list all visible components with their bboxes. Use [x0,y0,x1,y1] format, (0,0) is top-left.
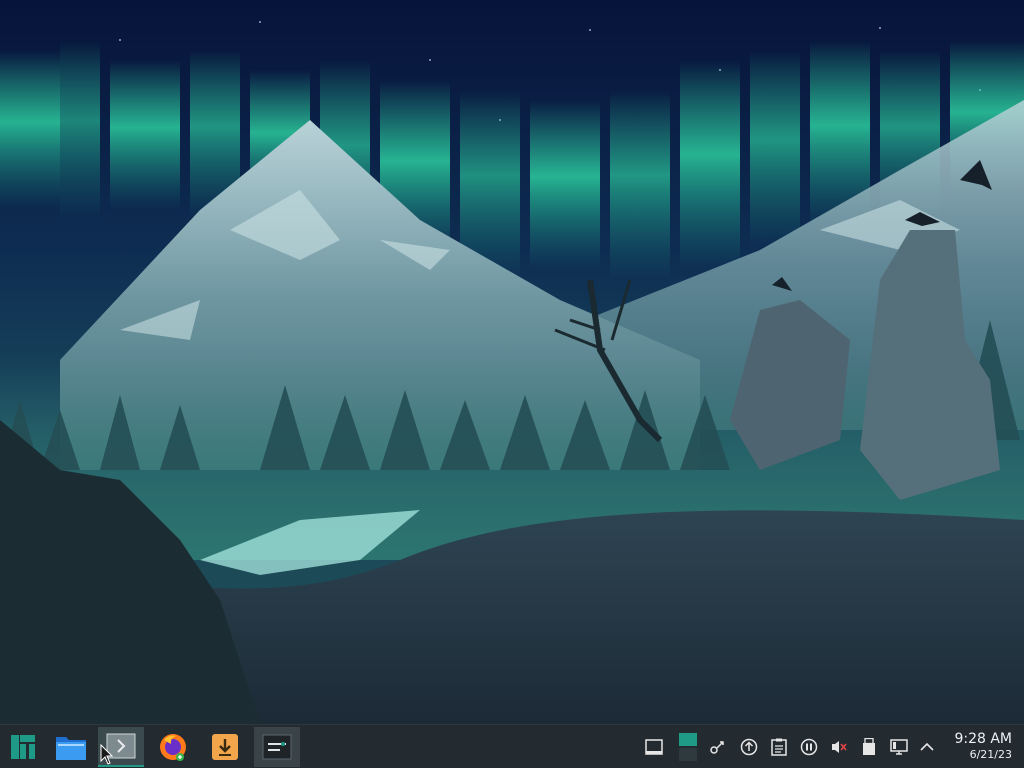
display-icon[interactable] [889,737,909,757]
media-pause-icon[interactable] [799,737,819,757]
firefox-launcher[interactable] [150,727,196,767]
download-arrow-icon [212,734,238,760]
expand-tray-icon[interactable] [917,737,937,757]
file-manager-launcher[interactable] [48,727,94,767]
updates-icon[interactable] [739,737,759,757]
taskbar: 9:28 AM 6/21/23 [0,724,1024,768]
system-monitor-icon [262,734,292,760]
desktop-wallpaper [0,0,1024,724]
system-monitor-launcher[interactable] [254,727,300,767]
volume-muted-icon[interactable] [829,737,849,757]
mouse-pointer-icon [100,744,114,765]
usb-icon[interactable] [859,737,879,757]
firefox-icon [160,734,186,761]
digital-clock[interactable]: 9:28 AM 6/21/23 [954,730,1012,762]
clipboard-icon[interactable] [769,737,789,757]
application-menu-button[interactable] [0,727,46,767]
manjaro-logo-icon [11,735,35,759]
software-updates-launcher[interactable] [202,727,248,767]
folder-icon [56,737,86,760]
wallpaper-illustration [0,0,1024,724]
network-share-icon[interactable] [708,737,728,757]
virtual-desktop-icon[interactable] [678,733,698,761]
clock-date: 6/21/23 [969,748,1012,761]
show-desktop-icon[interactable] [644,737,664,757]
clock-time: 9:28 AM [954,731,1012,747]
